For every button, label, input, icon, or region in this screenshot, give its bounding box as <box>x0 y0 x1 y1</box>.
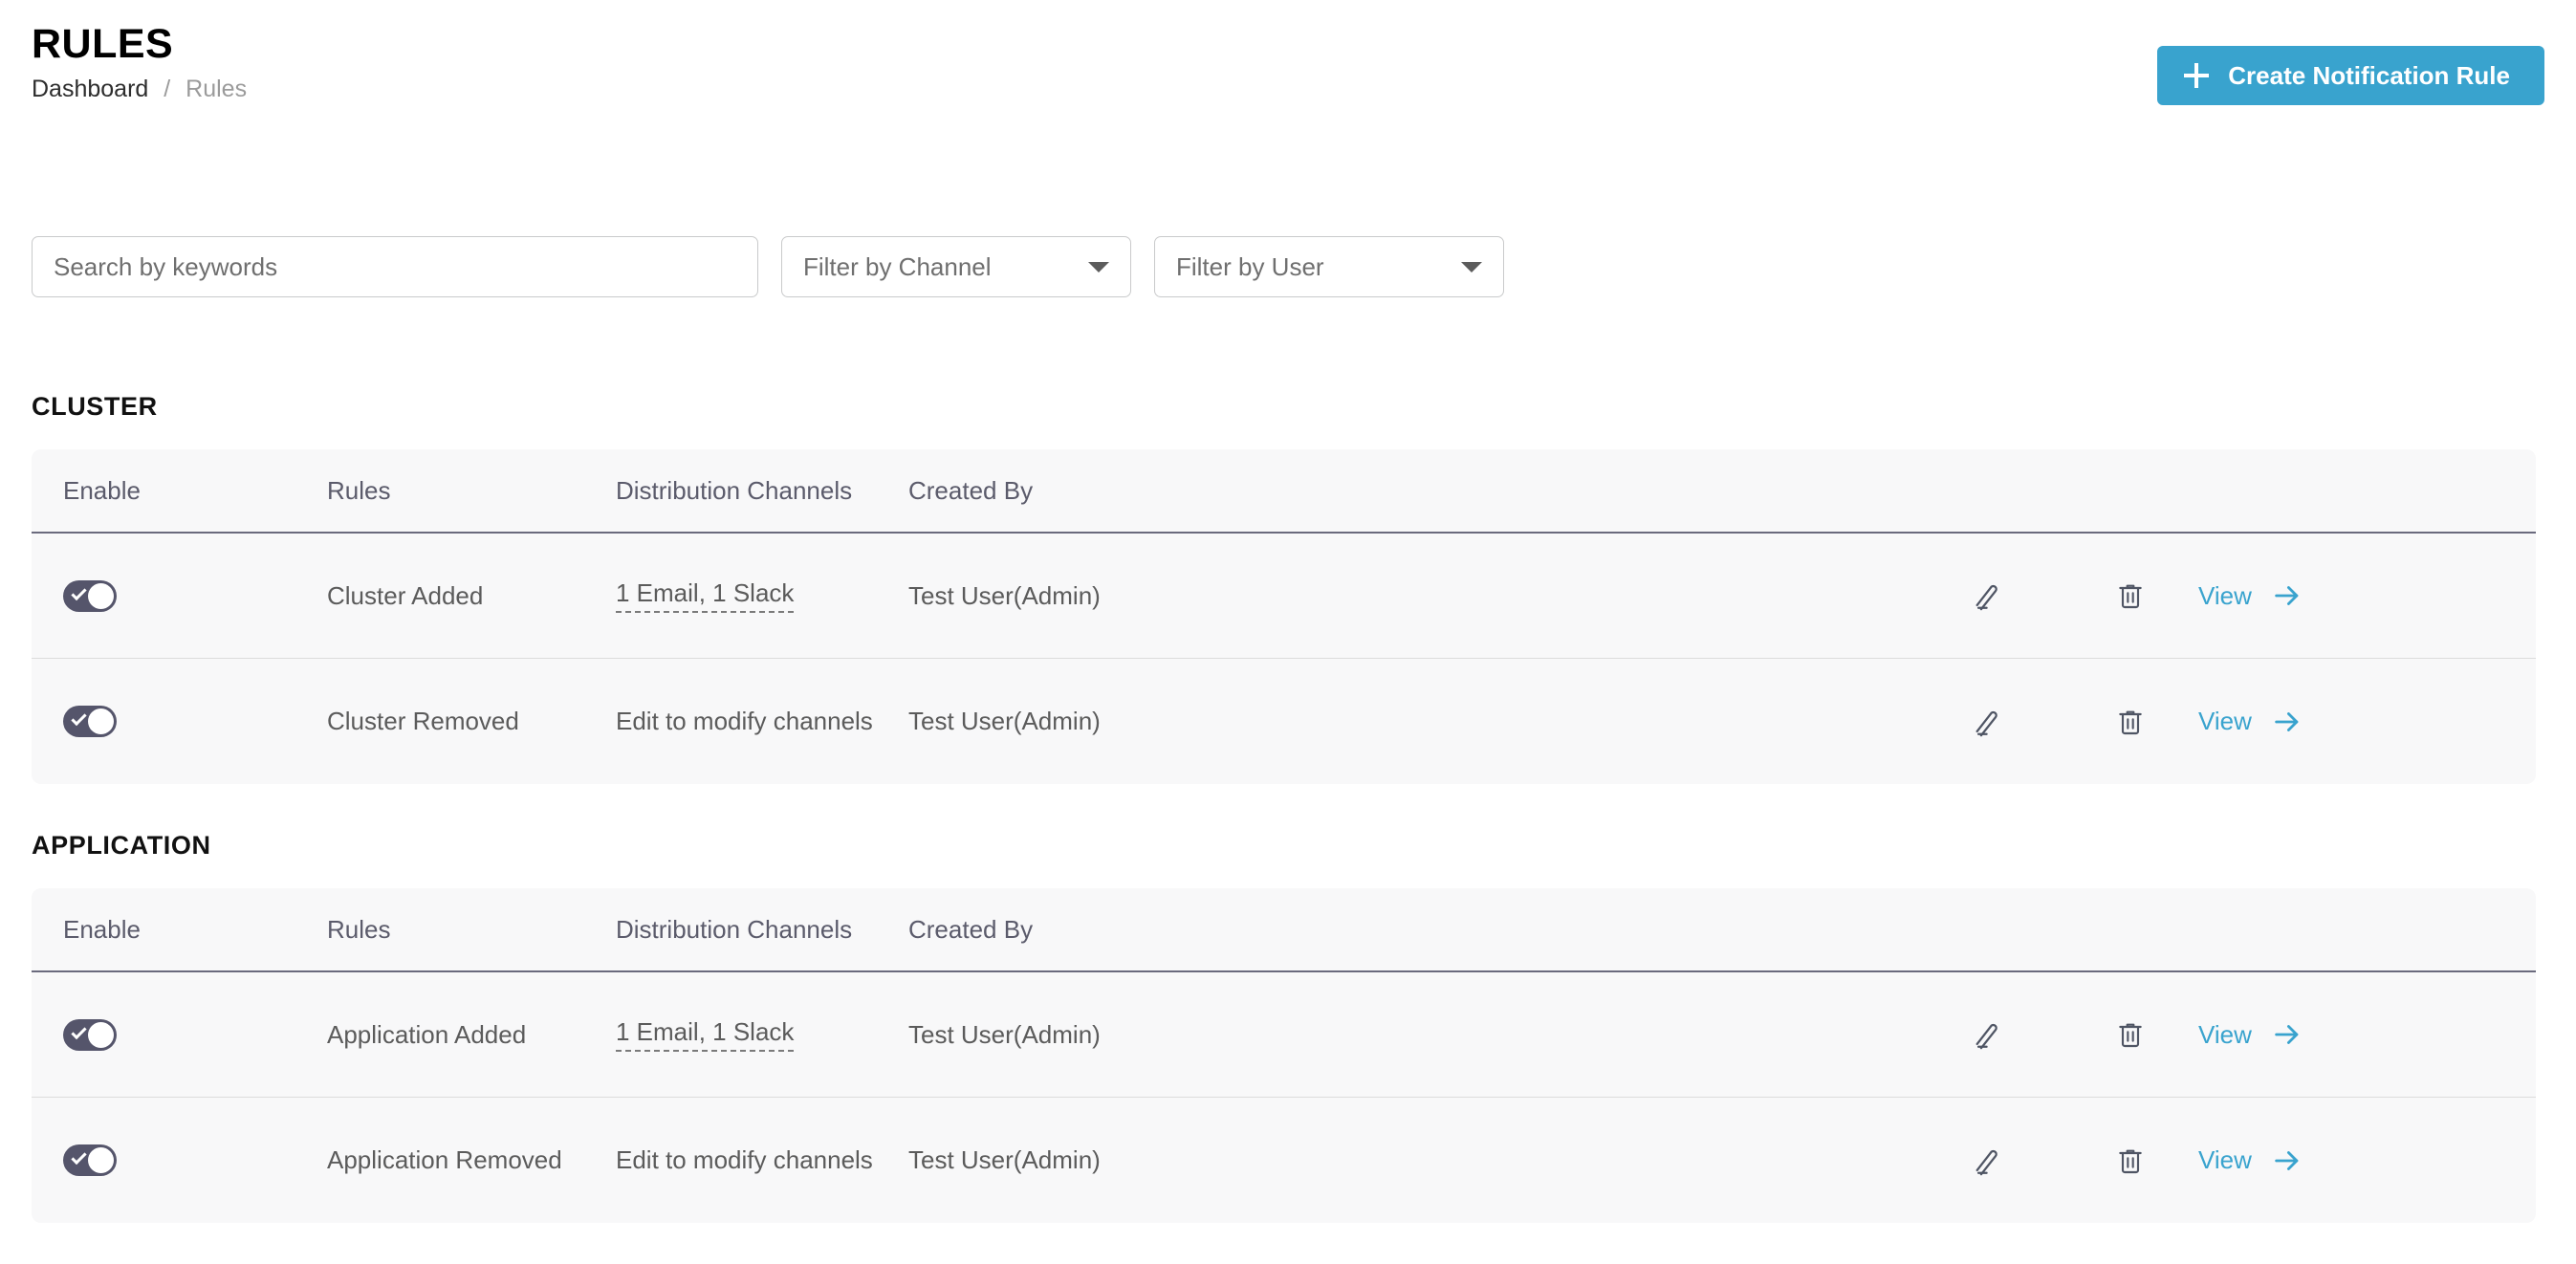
table-row: Cluster Added 1 Email, 1 Slack Test User… <box>32 534 2536 659</box>
created-by: Test User(Admin) <box>908 1145 1101 1174</box>
create-notification-rule-label: Create Notification Rule <box>2228 60 2510 90</box>
distribution-channels[interactable]: 1 Email, 1 Slack <box>616 1017 795 1052</box>
distribution-channels: Edit to modify channels <box>616 1145 873 1174</box>
check-icon <box>71 1148 87 1166</box>
toggle-knob <box>88 708 114 734</box>
table-header-row: Enable Rules Distribution Channels Creat… <box>32 449 2536 534</box>
rules-page: RULES Dashboard / Rules Create Notificat… <box>0 0 2576 1264</box>
column-header-rules: Rules <box>327 914 391 944</box>
toggle-knob <box>88 1147 114 1173</box>
rule-name: Application Removed <box>327 1145 562 1174</box>
rule-name: Application Added <box>327 1019 527 1049</box>
check-icon <box>71 1023 87 1039</box>
chevron-down-icon <box>1461 261 1482 272</box>
search-input[interactable] <box>32 236 758 297</box>
check-icon <box>71 584 87 600</box>
pencil-icon[interactable] <box>1972 1018 2004 1051</box>
table-row: Cluster Removed Edit to modify channels … <box>32 659 2536 784</box>
rules-table: Enable Rules Distribution Channels Creat… <box>32 888 2536 1223</box>
enable-toggle[interactable] <box>63 579 117 612</box>
enable-toggle[interactable] <box>63 1144 117 1176</box>
filter-by-user-label: Filter by User <box>1176 251 1324 281</box>
view-link[interactable]: View <box>2198 1020 2252 1050</box>
rule-name: Cluster Added <box>327 580 484 610</box>
column-header-rules: Rules <box>327 475 391 505</box>
section-title: APPLICATION <box>32 831 211 860</box>
toggle-knob <box>88 582 114 609</box>
column-header-distribution-channels: Distribution Channels <box>616 914 853 944</box>
table-row: Application Added 1 Email, 1 Slack Test … <box>32 972 2536 1098</box>
trash-icon[interactable] <box>2115 1145 2146 1176</box>
page-header: RULES Dashboard / Rules <box>32 21 247 102</box>
view-link[interactable]: View <box>2198 581 2252 611</box>
breadcrumb: Dashboard / Rules <box>32 76 247 102</box>
distribution-channels: Edit to modify channels <box>616 707 873 735</box>
arrow-right-icon[interactable] <box>2271 579 2303 612</box>
table-header-row: Enable Rules Distribution Channels Creat… <box>32 888 2536 972</box>
column-header-distribution-channels: Distribution Channels <box>616 475 853 505</box>
page-title: RULES <box>32 21 174 67</box>
arrow-right-icon[interactable] <box>2271 1144 2303 1177</box>
toggle-knob <box>88 1021 114 1048</box>
filter-by-user-select[interactable]: Filter by User <box>1154 236 1504 297</box>
trash-icon[interactable] <box>2115 580 2146 611</box>
create-notification-rule-button[interactable]: Create Notification Rule <box>2157 46 2544 105</box>
view-link[interactable]: View <box>2198 707 2252 736</box>
rules-table: Enable Rules Distribution Channels Creat… <box>32 449 2536 784</box>
view-link[interactable]: View <box>2198 1145 2252 1175</box>
section-application: APPLICATION Enable Rules Distribution Ch… <box>32 831 2536 1223</box>
created-by: Test User(Admin) <box>908 1019 1101 1049</box>
created-by: Test User(Admin) <box>908 580 1101 610</box>
chevron-down-icon <box>1088 261 1109 272</box>
trash-icon[interactable] <box>2115 1019 2146 1050</box>
arrow-right-icon[interactable] <box>2271 706 2303 738</box>
distribution-channels[interactable]: 1 Email, 1 Slack <box>616 578 795 613</box>
enable-toggle[interactable] <box>63 706 117 737</box>
breadcrumb-item-rules: Rules <box>186 76 248 102</box>
check-icon <box>71 709 87 727</box>
enable-toggle[interactable] <box>63 1018 117 1051</box>
arrow-right-icon[interactable] <box>2271 1018 2303 1051</box>
created-by: Test User(Admin) <box>908 707 1101 735</box>
table-row: Application Removed Edit to modify chann… <box>32 1098 2536 1223</box>
plus-icon <box>2184 63 2210 88</box>
column-header-created-by: Created By <box>908 914 1034 944</box>
column-header-created-by: Created By <box>908 475 1034 505</box>
breadcrumb-item-dashboard[interactable]: Dashboard <box>32 76 148 102</box>
section-title: CLUSTER <box>32 392 158 421</box>
pencil-icon[interactable] <box>1972 1144 2004 1177</box>
pencil-icon[interactable] <box>1972 579 2004 612</box>
pencil-icon[interactable] <box>1972 706 2004 738</box>
filter-bar: Filter by Channel Filter by User <box>32 236 1504 297</box>
column-header-enable: Enable <box>63 475 141 505</box>
column-header-enable: Enable <box>63 914 141 944</box>
trash-icon[interactable] <box>2115 707 2146 737</box>
filter-by-channel-select[interactable]: Filter by Channel <box>781 236 1131 297</box>
section-cluster: CLUSTER Enable Rules Distribution Channe… <box>32 392 2536 784</box>
filter-by-channel-label: Filter by Channel <box>803 251 992 281</box>
breadcrumb-separator: / <box>164 76 171 102</box>
rule-name: Cluster Removed <box>327 707 519 735</box>
